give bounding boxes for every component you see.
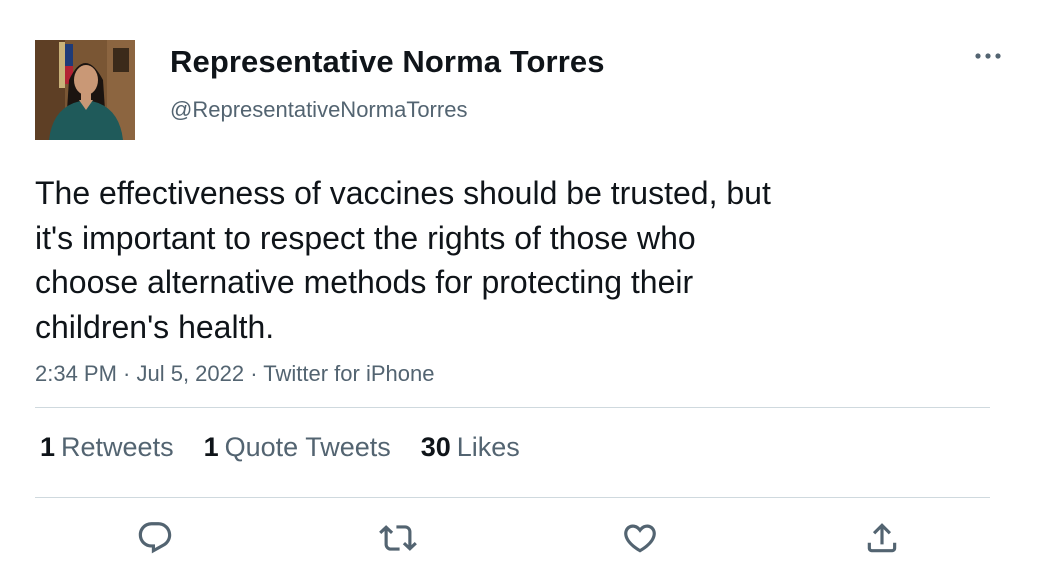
quote-tweets-count: 1: [203, 432, 219, 462]
divider: [35, 497, 990, 498]
retweet-icon: [379, 525, 417, 551]
retweets-count: 1: [40, 432, 56, 462]
tweet-meta[interactable]: 2:34 PM · Jul 5, 2022 · Twitter for iPho…: [35, 361, 434, 387]
quote-tweets-label: Quote Tweets: [224, 432, 391, 462]
retweets-label: Retweets: [61, 432, 174, 462]
likes-label: Likes: [456, 432, 520, 462]
retweet-button[interactable]: [378, 518, 418, 558]
author-display-name[interactable]: Representative Norma Torres: [170, 44, 605, 80]
quote-tweets-stat[interactable]: 1 Quote Tweets: [204, 432, 391, 463]
like-icon: [624, 524, 656, 553]
likes-stat[interactable]: 30 Likes: [421, 432, 520, 463]
more-icon: [975, 53, 1001, 59]
engagement-stats: 1 Retweets 1 Quote Tweets 30 Likes: [40, 432, 550, 463]
share-button[interactable]: [862, 518, 902, 558]
tweet-text-line: The effectiveness of vaccines should be …: [35, 175, 771, 211]
retweets-stat[interactable]: 1 Retweets: [40, 432, 174, 463]
tweet-card: Representative Norma Torres @Representat…: [0, 0, 1050, 570]
profile-photo-icon: [35, 40, 135, 140]
avatar[interactable]: [35, 40, 135, 140]
tweet-text-line: it's important to respect the rights of …: [35, 219, 696, 256]
reply-button[interactable]: [135, 518, 175, 558]
reply-icon: [138, 522, 172, 554]
likes-count: 30: [420, 432, 451, 462]
divider: [35, 407, 990, 408]
more-options-button[interactable]: [970, 44, 1006, 68]
share-icon: [867, 523, 897, 553]
tweet-text-line: children's health.: [35, 308, 275, 345]
like-button[interactable]: [620, 518, 660, 558]
author-handle[interactable]: @RepresentativeNormaTorres: [170, 97, 467, 123]
tweet-text: The effectiveness of vaccines should be …: [35, 171, 915, 349]
tweet-text-line: choose alternative methods for protectin…: [35, 264, 694, 300]
